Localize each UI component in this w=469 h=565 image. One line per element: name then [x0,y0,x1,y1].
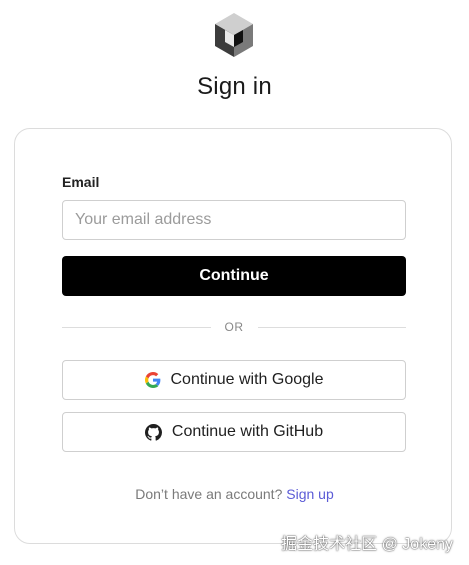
sign-up-link[interactable]: Sign up [286,486,333,502]
google-button-label: Continue with Google [170,371,324,388]
divider-line-left [62,326,211,328]
google-icon [144,372,161,388]
continue-with-google-button[interactable]: Continue with Google [62,360,406,400]
signup-prompt: Don’t have an account? Sign up [0,486,469,502]
divider-line-right [257,326,406,328]
github-icon [144,423,162,441]
watermark: 掘金技术社区 @ Jokeny [281,536,453,553]
signup-prompt-text: Don’t have an account? [135,486,283,502]
page-title: Sign in [197,73,272,100]
email-field[interactable] [62,200,406,240]
email-label: Email [62,174,100,190]
divider-text: OR [224,320,244,334]
continue-with-github-button[interactable]: Continue with GitHub [62,412,406,452]
github-button-label: Continue with GitHub [171,423,324,440]
sign-in-card [14,128,452,544]
cube-icon [213,12,255,58]
or-divider: OR [62,318,406,336]
continue-button[interactable]: Continue [62,256,406,296]
